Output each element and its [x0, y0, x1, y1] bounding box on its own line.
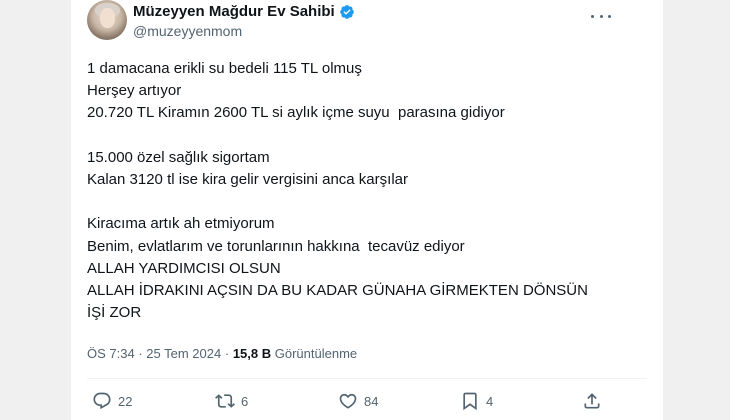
meta-separator: ·	[224, 346, 230, 361]
reply-button[interactable]: 22	[92, 391, 132, 411]
avatar[interactable]	[87, 0, 127, 40]
like-button[interactable]: 84	[338, 391, 378, 411]
tweet-line: 1 damacana erikli su bedeli 115 TL olmuş	[87, 60, 362, 77]
reply-icon	[93, 392, 111, 410]
tweet-line	[87, 191, 647, 213]
tweet-line: Benim, evlatlarım ve torunlarının hakkın…	[87, 237, 465, 255]
retweet-count: 6	[241, 393, 249, 409]
tweet-card: Müzeyyen Mağdur Ev Sahibi @muzeyyenmom 1…	[71, 0, 663, 420]
left-margin	[0, 0, 71, 420]
tweet-line: ALLAH YARDIMCISI OLSUN	[87, 259, 281, 277]
tweet-line: ALLAH İDRAKINI AÇSIN DA BU KADAR GÜNAHA …	[87, 282, 588, 299]
tweet-date[interactable]: 25 Tem 2024	[146, 346, 221, 361]
tweet-line	[87, 125, 647, 147]
meta-separator: ·	[138, 346, 143, 361]
retweet-button[interactable]: 6	[215, 391, 248, 411]
tweet-line: İŞİ ZOR	[87, 304, 142, 322]
more-options-icon[interactable]	[591, 8, 611, 24]
reply-count: 22	[118, 393, 133, 409]
verified-badge-icon	[339, 4, 354, 19]
tweet-line: Kiracıma artık ah etmiyorum	[87, 215, 275, 233]
author-handle[interactable]: @muzeyyenmom	[133, 23, 242, 39]
bookmark-count: 4	[486, 393, 494, 409]
retweet-icon	[215, 394, 235, 408]
bookmark-button[interactable]: 4	[460, 391, 493, 411]
share-button[interactable]	[582, 391, 602, 411]
tweet-line: 15.000 özel sağlık sigortam	[87, 148, 270, 166]
views-count: 15,8 B	[232, 346, 272, 361]
right-margin	[663, 0, 730, 420]
views-label: Görüntülenme	[274, 346, 358, 361]
tweet-text: 1 damacana erikli su bedeli 115 TL olmuş…	[87, 58, 647, 324]
share-icon	[584, 393, 600, 409]
divider	[87, 378, 647, 379]
tweet-time[interactable]: ÖS 7:34	[87, 346, 135, 361]
tweet-line: Kalan 3120 tl ise kira gelir vergisini a…	[87, 171, 408, 188]
tweet-line: 20.720 TL Kiramın 2600 TL si aylık içme …	[87, 104, 505, 122]
tweet-line: Herşey artıyor	[87, 82, 182, 100]
bookmark-icon	[463, 392, 477, 411]
like-count: 84	[364, 393, 379, 409]
action-bar: 22 6 84 4	[87, 391, 607, 413]
author-name[interactable]: Müzeyyen Mağdur Ev Sahibi	[133, 3, 335, 20]
heart-icon	[339, 393, 357, 409]
author-row: Müzeyyen Mağdur Ev Sahibi	[133, 3, 355, 20]
tweet-meta: ÖS 7:34 · 25 Tem 2024 · 15,8 B Görüntüle…	[87, 346, 357, 361]
